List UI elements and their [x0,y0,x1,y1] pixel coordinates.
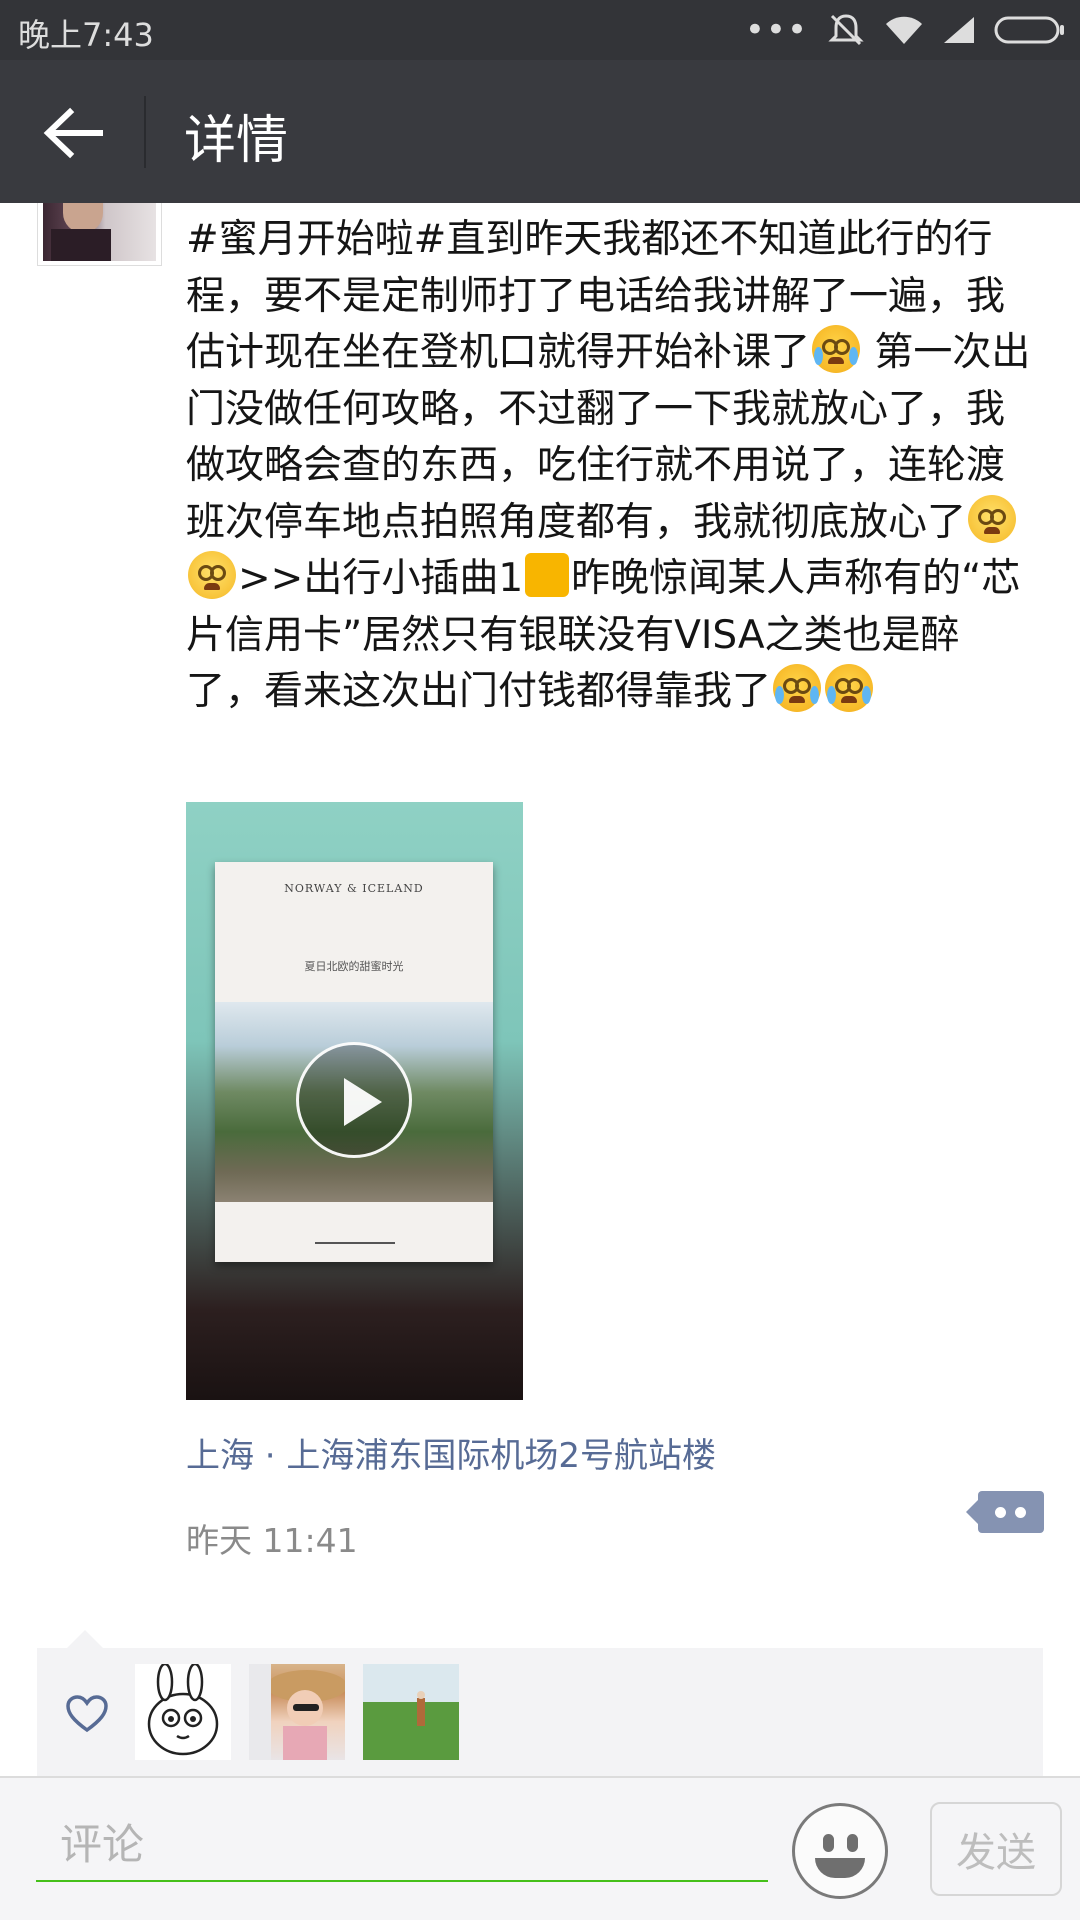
status-icons: ••• [745,12,1066,48]
mute-icon [828,14,864,46]
post-text: #蜜月开始啦#直到昨天我都还不知道此行的行程，要不是定制师打了电话给我讲解了一遍… [186,212,1036,721]
comment-input[interactable] [36,1808,768,1882]
liker-avatar[interactable] [363,1664,459,1760]
woman-hat-photo [249,1664,345,1760]
send-button[interactable]: 发送 [930,1802,1062,1896]
battery-icon [994,16,1064,44]
cry-emoji-icon [773,664,822,712]
wifi-icon [886,16,922,44]
signal-icon [944,17,974,43]
post-time: 昨天 11:41 [186,1521,358,1560]
comment-more-button[interactable] [966,1491,1044,1533]
author-avatar[interactable] [37,203,162,266]
book-logo [315,1234,395,1244]
status-time: 晚上7:43 [18,16,154,54]
cry-emoji-icon [812,325,861,373]
post-text-part: >>出行小插曲1 [238,556,524,601]
orange-square-emoji-icon [525,553,570,597]
dot-icon [1015,1507,1026,1518]
field-landscape-photo [363,1664,459,1760]
likes-panel [37,1630,1043,1778]
heart-icon [66,1695,108,1733]
status-bar: 晚上7:43 ••• [0,0,1080,60]
arrow-left-icon[interactable] [38,98,108,168]
nav-divider [144,96,146,168]
page-title: 详情 [184,111,289,171]
dizzy-emoji-icon [968,494,1017,543]
book-subtitle: 夏日北欧的甜蜜时光 [304,960,404,973]
dizzy-emoji-icon [188,551,236,599]
dot-icon [995,1507,1006,1518]
nav-bar: 详情 [0,60,1080,203]
play-icon[interactable] [296,1042,412,1158]
comment-composer: 发送 [0,1776,1080,1920]
liker-avatar[interactable] [135,1664,231,1760]
liker-avatar[interactable] [249,1664,345,1760]
overflow-dots-icon: ••• [744,10,808,50]
smiley-icon[interactable] [792,1803,888,1899]
avatar-image [43,203,156,261]
book-title: NORWAY & ICELAND [284,882,424,895]
cry-emoji-icon [825,664,874,712]
video-thumbnail[interactable]: NORWAY & ICELAND 夏日北欧的甜蜜时光 [186,802,523,1400]
location-link[interactable]: 上海 · 上海浦东国际机场2号航站楼 [186,1428,716,1477]
cartoon-rabbit-icon [147,1664,219,1756]
